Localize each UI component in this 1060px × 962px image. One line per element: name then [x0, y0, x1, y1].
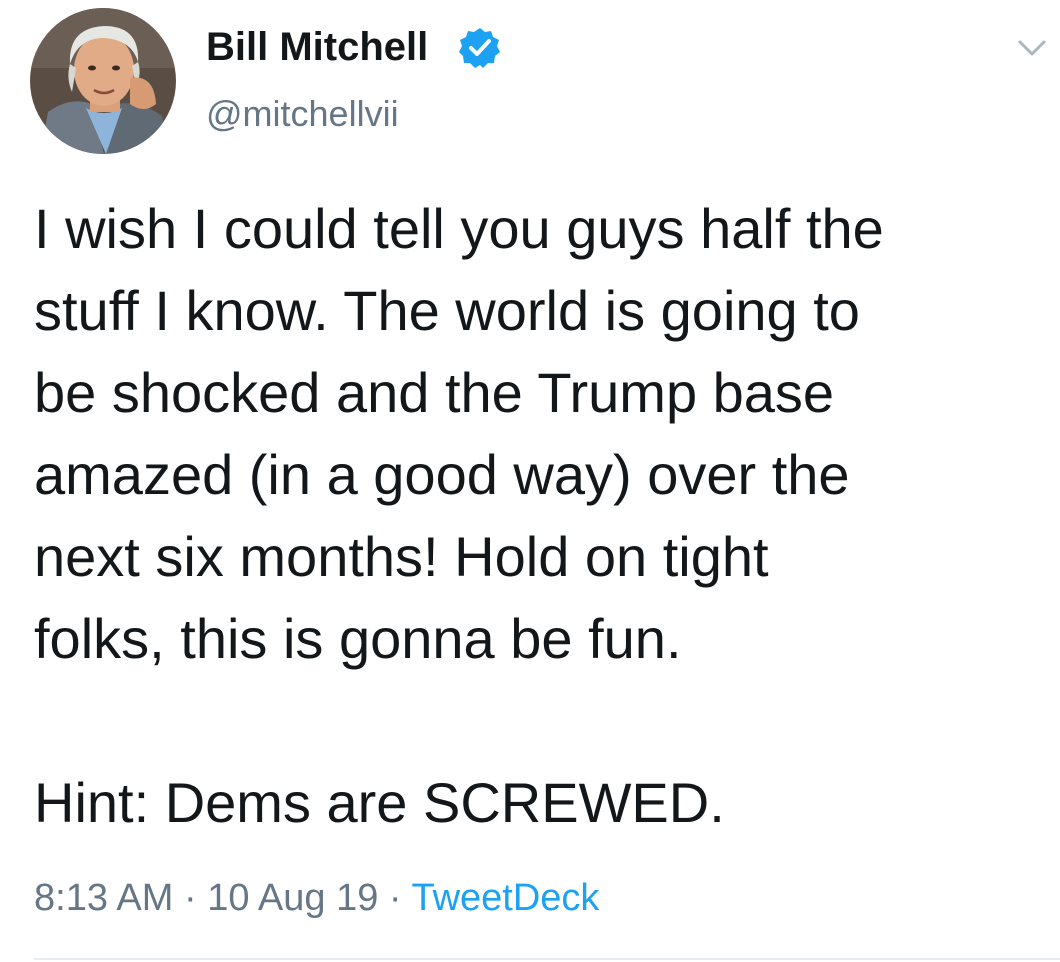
tweet-meta: 8:13 AM · 10 Aug 19 · TweetDeck	[34, 872, 599, 924]
display-name[interactable]: Bill Mitchell	[206, 22, 428, 72]
profile-photo	[30, 8, 176, 154]
avatar[interactable]	[30, 8, 176, 154]
tweet-text: I wish I could tell you guys half the st…	[34, 197, 884, 834]
divider	[34, 958, 1060, 960]
meta-separator: ·	[173, 877, 208, 919]
chevron-down-icon[interactable]	[1012, 28, 1052, 68]
verified-badge-icon	[458, 26, 502, 70]
tweet-card: Bill Mitchell @mitchellvii I wish I coul…	[0, 0, 1060, 962]
tweet-date[interactable]: 10 Aug 19	[207, 877, 378, 919]
tweet-time[interactable]: 8:13 AM	[34, 877, 173, 919]
tweet-source-link[interactable]: TweetDeck	[411, 877, 599, 919]
handle[interactable]: @mitchellvii	[206, 92, 399, 136]
meta-separator: ·	[378, 877, 412, 919]
